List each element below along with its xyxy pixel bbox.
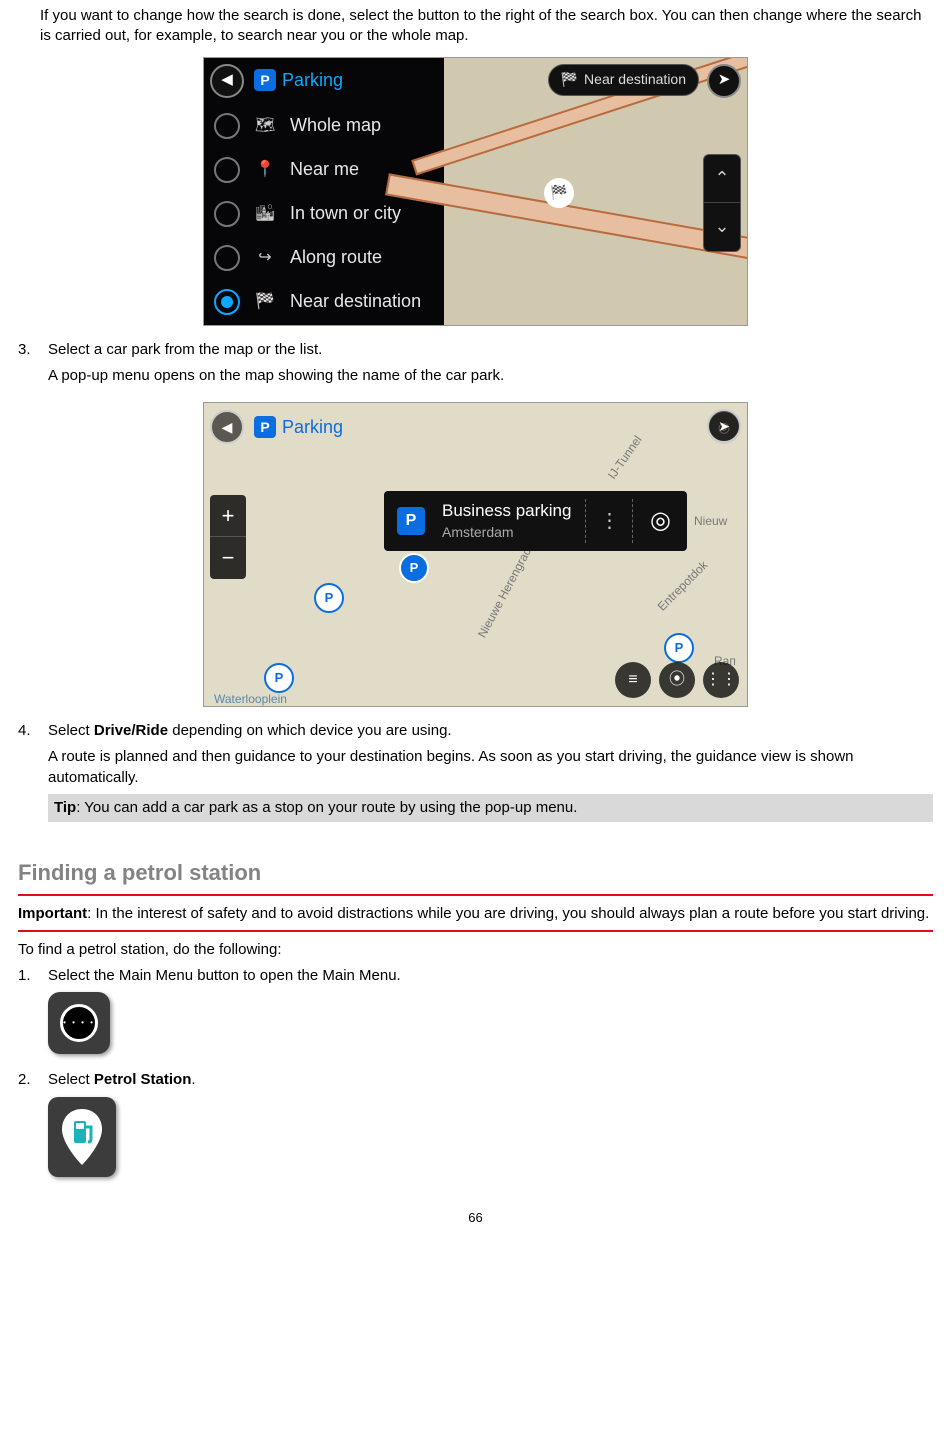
flag-icon: 🏁 [561, 70, 578, 89]
list-number: 1. [18, 966, 48, 1064]
flag-icon: 🏁 [254, 291, 276, 313]
list-number: 2. [18, 1070, 48, 1186]
scroll-control: ⌃ ⌄ [703, 154, 741, 252]
step-text: Select Petrol Station. [48, 1070, 933, 1090]
location-icon: 📍 [254, 159, 276, 181]
menu-item-label: Near destination [290, 289, 421, 313]
popup-subtitle: Amsterdam [442, 523, 571, 542]
map-icon: 🗺 [254, 115, 276, 137]
search-scope-label: Near destination [584, 70, 686, 89]
list-icon: ≡ [628, 669, 637, 691]
important-label: Important [18, 905, 87, 922]
step-text: Select the Main Menu button to open the … [48, 966, 933, 986]
zoom-in-button[interactable]: + [210, 495, 246, 537]
tip-text: : You can add a car park as a stop on yo… [76, 799, 577, 816]
back-button[interactable]: ◀ [210, 64, 244, 98]
step-text: Select a car park from the map or the li… [48, 340, 933, 360]
street-label: Entrepotdok [654, 557, 711, 614]
kebab-menu-icon: ⋮ [599, 508, 619, 535]
search-field[interactable]: P Parking [254, 415, 343, 439]
step-text: A route is planned and then guidance to … [48, 747, 933, 788]
plus-icon: + [222, 501, 235, 531]
steering-wheel-icon: ◎ [650, 505, 671, 537]
menu-item-label: Near me [290, 157, 359, 181]
menu-item-along-route[interactable]: ↪ Along route [204, 236, 554, 280]
figure-map-popup: ◀ P Parking ◎ ➤ + − Nieuwe Herengracht I… [203, 402, 748, 707]
list-number: 4. [18, 721, 48, 834]
zoom-out-button[interactable]: − [210, 537, 246, 579]
radio-unselected-icon [214, 157, 240, 183]
parking-icon: P [254, 69, 276, 91]
step-text: Select Drive/Ride depending on which dev… [48, 721, 933, 741]
location-popup: P Business parking Amsterdam ⋮ ◎ [384, 491, 687, 551]
compass-icon: ➤ [718, 70, 731, 90]
tip-label: Tip [54, 799, 76, 816]
menu-item-whole-map[interactable]: 🗺 Whole map [204, 104, 554, 148]
chevron-left-icon: ◀ [221, 70, 233, 90]
grid-icon: ⋮⋮ [705, 669, 737, 691]
back-button[interactable]: ◀ [210, 410, 244, 444]
search-field-text: Parking [282, 415, 343, 439]
main-menu-button-icon: • • • • [48, 992, 110, 1054]
section-divider [18, 894, 933, 896]
search-scope-pill[interactable]: 🏁 Near destination [548, 64, 699, 96]
important-note: Important: In the interest of safety and… [18, 904, 933, 924]
petrol-intro: To find a petrol station, do the followi… [18, 940, 933, 960]
dots-icon: • • • • [63, 1018, 95, 1029]
radio-unselected-icon [214, 113, 240, 139]
section-divider [18, 930, 933, 932]
page-number: 66 [18, 1209, 933, 1227]
minus-icon: − [222, 543, 235, 573]
zoom-control: + − [210, 495, 246, 579]
parking-icon: P [254, 416, 276, 438]
popup-drive-button[interactable]: ◎ [633, 505, 687, 537]
bold-term: Drive/Ride [94, 722, 168, 739]
popup-title: Business parking [442, 500, 571, 523]
tip-box: Tip: You can add a car park as a stop on… [48, 794, 933, 822]
popup-category-icon: P [384, 507, 438, 535]
chevron-up-icon: ⌃ [714, 166, 729, 190]
parking-pin-icon[interactable]: P [314, 583, 344, 613]
important-text: : In the interest of safety and to avoid… [87, 905, 929, 922]
scroll-up-button[interactable]: ⌃ [704, 155, 740, 203]
menu-item-in-town[interactable]: 🏙 In town or city [204, 192, 554, 236]
menu-item-near-destination[interactable]: 🏁 Near destination [204, 280, 554, 324]
compass-button[interactable]: ➤ [707, 409, 741, 443]
list-view-button[interactable]: ≡ [615, 662, 651, 698]
recenter-button[interactable]: ⦿ [659, 662, 695, 698]
menu-item-label: Along route [290, 245, 382, 269]
section-heading: Finding a petrol station [18, 858, 933, 888]
street-label: Nieuw [694, 513, 727, 529]
petrol-station-icon [48, 1097, 116, 1177]
street-label: Nieuwe Herengracht [474, 536, 540, 640]
radio-selected-icon [214, 289, 240, 315]
parking-pin-icon[interactable]: P [264, 663, 294, 693]
step-text: A pop-up menu opens on the map showing t… [48, 366, 933, 386]
radio-unselected-icon [214, 201, 240, 227]
chevron-down-icon: ⌄ [714, 214, 729, 238]
menu-item-near-me[interactable]: 📍 Near me [204, 148, 554, 192]
menu-button[interactable]: ⋮⋮ [703, 662, 739, 698]
scroll-down-button[interactable]: ⌄ [704, 203, 740, 251]
popup-more-button[interactable]: ⋮ [586, 508, 632, 535]
list-number: 3. [18, 340, 48, 393]
bold-term: Petrol Station [94, 1071, 192, 1088]
street-label: Waterlooplein [214, 691, 287, 707]
search-field-text: Parking [282, 68, 343, 92]
compass-icon: ➤ [718, 417, 730, 436]
parking-pin-selected-icon[interactable]: P [399, 553, 429, 583]
menu-item-label: Whole map [290, 113, 381, 137]
intro-paragraph: If you want to change how the search is … [40, 6, 933, 47]
parking-pin-icon[interactable]: P [664, 633, 694, 663]
radio-unselected-icon [214, 245, 240, 271]
search-scope-menu: 🗺 Whole map 📍 Near me 🏙 In town or city … [204, 104, 554, 324]
chevron-left-icon: ◀ [222, 418, 233, 437]
city-icon: 🏙 [254, 203, 276, 225]
route-icon: ↪ [254, 247, 276, 269]
target-icon: ⦿ [669, 669, 685, 691]
figure-search-options: 🏁 ◀ P Parking 🏁 Near destination ➤ 🗺 Who… [203, 57, 748, 326]
compass-button[interactable]: ➤ [707, 64, 741, 98]
menu-item-label: In town or city [290, 201, 401, 225]
